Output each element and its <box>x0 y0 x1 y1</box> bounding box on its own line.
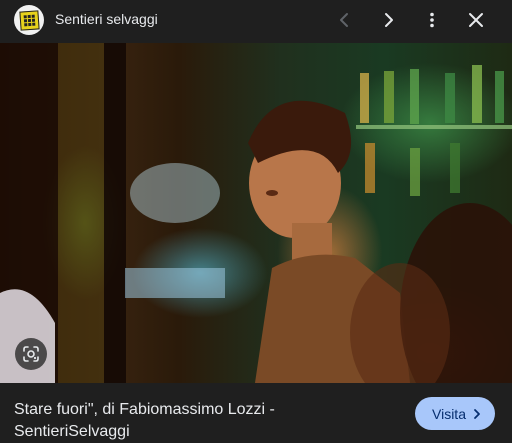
google-lens-icon <box>23 346 39 362</box>
viewer-header: Sentieri selvaggi <box>0 0 512 40</box>
chevron-right-icon <box>472 408 482 420</box>
visit-button[interactable]: Visita <box>415 397 495 430</box>
sentieri-selvaggi-logo-icon <box>18 9 40 31</box>
close-button[interactable] <box>462 6 490 34</box>
next-button[interactable] <box>374 6 402 34</box>
image-caption[interactable]: Stare fuori", di Fabiomassimo Lozzi - Se… <box>14 399 344 443</box>
preview-image[interactable] <box>0 43 512 383</box>
chevron-left-icon <box>340 13 348 27</box>
site-name[interactable]: Sentieri selvaggi <box>55 10 158 28</box>
more-vert-icon <box>430 12 434 28</box>
close-icon <box>469 13 483 27</box>
photo-scene <box>0 43 512 383</box>
previous-button[interactable] <box>331 6 359 34</box>
google-lens-button[interactable] <box>15 338 47 370</box>
more-options-button[interactable] <box>418 6 446 34</box>
chevron-right-icon <box>385 13 393 27</box>
site-logo[interactable] <box>14 5 44 35</box>
visit-label: Visita <box>432 405 466 422</box>
